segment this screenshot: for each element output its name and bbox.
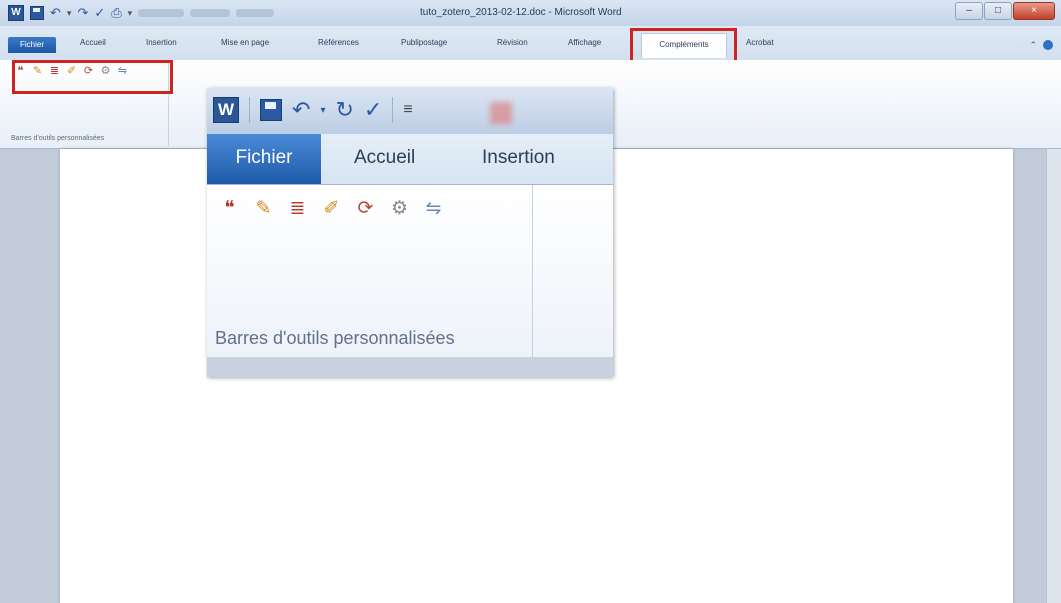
title-bar: W ↶ ▾ ↷ ✓ ⎙ ▾ tuto_zotero_2013-02-12.doc…: [0, 0, 1061, 26]
document-preferences-icon[interactable]: ⚙: [387, 197, 412, 221]
insert-bibliography-icon[interactable]: ≣: [285, 197, 310, 221]
vertical-scrollbar[interactable]: [1046, 149, 1061, 603]
insert-citation-icon[interactable]: ❝: [217, 197, 242, 221]
tab-acrobat[interactable]: Acrobat: [746, 38, 774, 47]
undo-dropdown-icon[interactable]: ▾: [67, 6, 72, 20]
refresh-icon[interactable]: ⟳: [353, 197, 378, 221]
blurred-area: [190, 9, 231, 17]
minimize-ribbon-icon[interactable]: ⌃: [1029, 40, 1037, 50]
edit-citation-icon[interactable]: ✎: [251, 197, 276, 221]
spelling-icon[interactable]: ✓: [94, 6, 105, 20]
minimize-button[interactable]: –: [955, 2, 983, 20]
ribbon-group-custom-toolbars: ❝ ✎ ≣ ✐ ⟳ ⚙ ⇋ Barres d'outils personnali…: [207, 185, 533, 357]
tab-mise-en-page[interactable]: Mise en page: [221, 38, 269, 47]
tab-references[interactable]: Références: [318, 38, 359, 47]
tab-insertion[interactable]: Insertion: [482, 147, 555, 169]
customize-qat-icon[interactable]: ▾: [128, 6, 133, 20]
tab-affichage[interactable]: Affichage: [568, 38, 601, 47]
separator: [249, 97, 250, 123]
close-button[interactable]: ×: [1013, 2, 1055, 20]
undo-dropdown-icon[interactable]: ▾: [320, 105, 325, 116]
inset-quick-access-bar: W ↶ ▾ ↻ ✓ ≡: [207, 88, 613, 134]
tab-revision[interactable]: Révision: [497, 38, 528, 47]
inset-bottom-strip: [207, 357, 613, 377]
save-icon[interactable]: [30, 6, 44, 20]
edit-bibliography-icon[interactable]: ✐: [319, 197, 344, 221]
blurred-area: [138, 9, 185, 17]
inset-ribbon-tabs: Fichier Accueil Insertion: [207, 134, 613, 185]
zoomed-inset: W ↶ ▾ ↻ ✓ ≡ Fichier Accueil Insertion ❝ …: [207, 88, 613, 377]
zotero-toolbar: ❝ ✎ ≣ ✐ ⟳ ⚙ ⇋: [217, 197, 446, 221]
tab-fichier[interactable]: Fichier: [8, 37, 56, 53]
separator: [392, 97, 394, 123]
group-label: Barres d'outils personnalisées: [11, 135, 105, 142]
inset-ribbon: ❝ ✎ ≣ ✐ ⟳ ⚙ ⇋ Barres d'outils personnali…: [207, 185, 613, 357]
tab-accueil[interactable]: Accueil: [80, 38, 106, 47]
redo-icon[interactable]: ↻: [335, 98, 353, 122]
word-app-icon[interactable]: W: [213, 97, 239, 123]
print-preview-icon[interactable]: ⎙: [111, 6, 121, 20]
tab-fichier[interactable]: Fichier: [207, 134, 321, 184]
ribbon-right-controls: ⌃: [1029, 40, 1053, 50]
redo-icon[interactable]: ↷: [77, 6, 88, 20]
customize-qat-icon[interactable]: ≡: [403, 98, 412, 122]
tab-publipostage[interactable]: Publipostage: [401, 38, 447, 47]
save-icon[interactable]: [260, 99, 282, 121]
spelling-icon[interactable]: ✓: [364, 98, 382, 122]
highlight-toolbar-icons: [12, 60, 173, 94]
blurred-area: [490, 102, 512, 124]
window-controls: – □ ×: [955, 2, 1055, 20]
group-label: Barres d'outils personnalisées: [215, 328, 455, 348]
window-title: tuto_zotero_2013-02-12.doc - Microsoft W…: [420, 7, 622, 18]
undo-icon[interactable]: ↶: [292, 98, 310, 122]
help-icon[interactable]: [1043, 40, 1053, 50]
ribbon-tabs: Fichier Accueil Insertion Mise en page R…: [0, 26, 1061, 60]
word-app-icon[interactable]: W: [8, 5, 24, 21]
inset-quick-access-toolbar: W ↶ ▾ ↻ ✓ ≡: [213, 97, 413, 123]
maximize-button[interactable]: □: [984, 2, 1012, 20]
undo-icon[interactable]: ↶: [50, 6, 61, 20]
tab-accueil[interactable]: Accueil: [354, 147, 415, 169]
tab-insertion[interactable]: Insertion: [146, 38, 177, 47]
quick-access-toolbar: W ↶ ▾ ↷ ✓ ⎙ ▾: [8, 5, 275, 21]
blurred-area: [236, 9, 275, 17]
unlink-citations-icon[interactable]: ⇋: [421, 197, 446, 221]
